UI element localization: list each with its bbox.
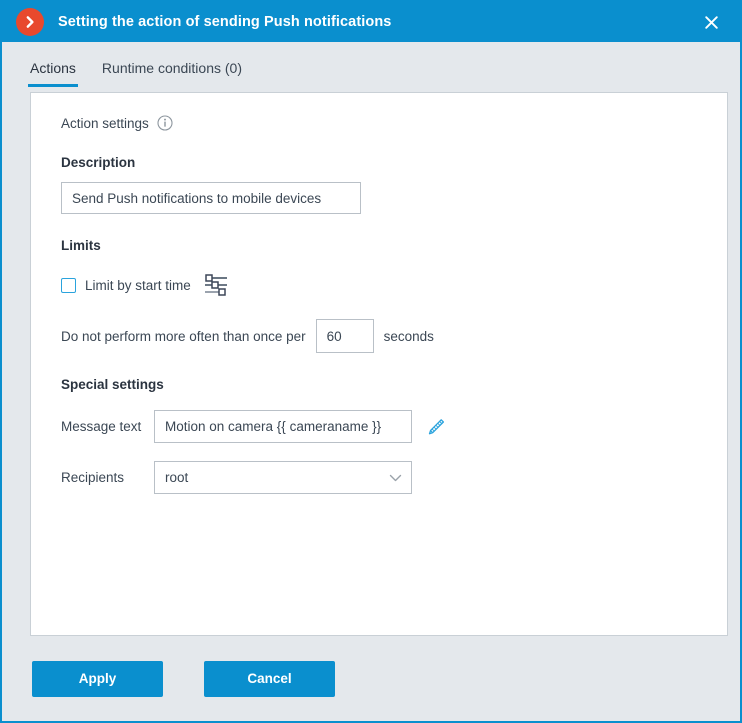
- limit-by-start-time-row: Limit by start time: [61, 273, 703, 297]
- frequency-suffix-label: seconds: [383, 328, 434, 344]
- recipients-select-wrap: root: [154, 461, 412, 494]
- chevron-right-circle-icon: [16, 8, 44, 36]
- action-settings-heading: Action settings: [61, 115, 149, 131]
- tab-actions[interactable]: Actions: [28, 60, 78, 87]
- description-label: Description: [61, 155, 136, 170]
- frequency-row: Do not perform more often than once per …: [61, 319, 703, 353]
- tab-bar: Actions Runtime conditions (0): [2, 42, 740, 92]
- action-settings-heading-row: Action settings: [61, 115, 703, 131]
- title-bar: Setting the action of sending Push notif…: [2, 2, 740, 42]
- description-input[interactable]: [61, 182, 361, 214]
- recipients-row: Recipients root: [61, 461, 703, 494]
- message-text-label: Message text: [61, 419, 142, 434]
- limit-by-start-time-checkbox[interactable]: [61, 277, 76, 293]
- settings-card: Action settings Description Limits Limit…: [30, 92, 728, 636]
- info-icon[interactable]: [157, 115, 173, 131]
- pencil-icon[interactable]: [426, 417, 446, 437]
- recipients-select[interactable]: root: [154, 461, 412, 494]
- dialog-footer: Apply Cancel: [2, 636, 740, 721]
- content-area: Action settings Description Limits Limit…: [2, 92, 740, 636]
- window-title: Setting the action of sending Push notif…: [58, 14, 392, 30]
- sliders-icon[interactable]: [203, 273, 229, 297]
- recipients-label: Recipients: [61, 470, 125, 485]
- message-text-row: Message text: [61, 410, 703, 443]
- close-button[interactable]: [690, 2, 732, 42]
- dialog-window: Setting the action of sending Push notif…: [0, 0, 742, 723]
- apply-button[interactable]: Apply: [32, 660, 163, 697]
- close-icon: [704, 15, 718, 29]
- frequency-seconds-input[interactable]: [315, 319, 374, 353]
- special-settings-heading: Special settings: [61, 377, 164, 392]
- limit-by-start-time-label: Limit by start time: [85, 277, 191, 293]
- message-text-input[interactable]: [154, 410, 412, 443]
- cancel-button[interactable]: Cancel: [204, 660, 335, 697]
- frequency-prefix-label: Do not perform more often than once per: [61, 328, 306, 344]
- tab-runtime-conditions[interactable]: Runtime conditions (0): [100, 60, 244, 87]
- limits-heading: Limits: [61, 238, 101, 253]
- recipients-selected-value: root: [165, 470, 189, 485]
